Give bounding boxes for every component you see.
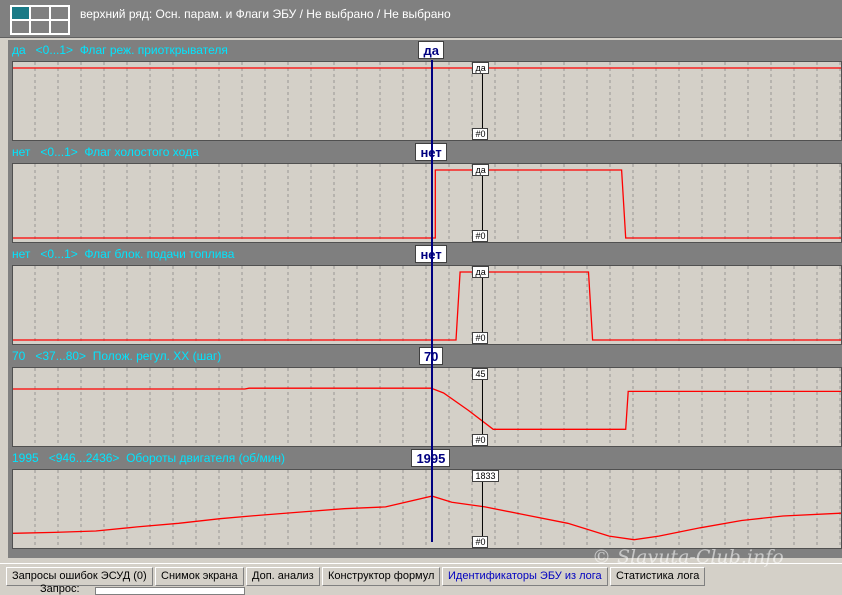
scale-top-label: да — [472, 62, 489, 74]
panel-header-label: нет <0...1> Флаг блок. подачи топлива — [12, 247, 235, 261]
signal-plot[interactable]: 1833 #0 — [12, 469, 842, 549]
signal-trace — [13, 271, 841, 341]
bottom-tab-strip: Запросы ошибок ЭСУД (0) Снимок экрана Доп.… — [0, 563, 842, 587]
panel-header-label: 70 <37...80> Полож. регул. XX (шаг) — [12, 349, 222, 363]
layout-grid-icon[interactable] — [10, 5, 70, 35]
panel-header: 70 <37...80> Полож. регул. XX (шаг)70 — [8, 346, 842, 366]
panel-header-label: 1995 <946...2436> Обороты двигателя (об/… — [12, 451, 286, 465]
window-title: верхний ряд: Осн. парам. и Флаги ЭБУ / Н… — [80, 7, 451, 21]
panel-header-label: нет <0...1> Флаг холостого хода — [12, 145, 199, 159]
signal-panel[interactable]: 70 <37...80> Полож. регул. XX (шаг)70 45 #… — [8, 346, 842, 448]
signal-chart — [13, 266, 841, 344]
panel-header: 1995 <946...2436> Обороты двигателя (об/… — [8, 448, 842, 468]
signal-chart — [13, 62, 841, 140]
scale-bottom-label: #0 — [472, 332, 489, 344]
query-label: Запрос: — [40, 583, 80, 595]
tab-4[interactable]: Идентификаторы ЭБУ из лога — [442, 567, 608, 586]
app-window: верхний ряд: Осн. парам. и Флаги ЭБУ / Н… — [0, 0, 842, 595]
query-row: Запрос: — [0, 583, 842, 595]
signal-trace — [13, 169, 841, 239]
layout-cell-icon[interactable] — [49, 6, 69, 20]
layout-cell-icon[interactable] — [49, 20, 69, 34]
layout-cell-icon[interactable] — [30, 6, 50, 20]
scale-top-label: да — [472, 164, 489, 176]
query-input[interactable] — [95, 587, 245, 595]
signal-chart — [13, 368, 841, 446]
signal-trace — [13, 495, 841, 541]
scale-bottom-label: #0 — [472, 434, 489, 446]
signal-plot[interactable]: 45 #0 — [12, 367, 842, 447]
time-cursor[interactable] — [430, 60, 433, 542]
signal-plot[interactable]: да #0 — [12, 61, 842, 141]
panel-header: нет <0...1> Флаг холостого ходанет — [8, 142, 842, 162]
signal-panel[interactable]: 1995 <946...2436> Обороты двигателя (об/… — [8, 448, 842, 550]
signal-panel[interactable]: да <0...1> Флаг реж. приоткрывателя да да #… — [8, 40, 842, 142]
tab-2[interactable]: Доп. анализ — [246, 567, 320, 586]
signal-plot[interactable]: да #0 — [12, 163, 842, 243]
signal-chart — [13, 164, 841, 242]
layout-cell-icon[interactable] — [30, 20, 50, 34]
scale-top-label: 45 — [472, 368, 489, 380]
signal-plot[interactable]: да #0 — [12, 265, 842, 345]
signal-chart — [13, 470, 841, 548]
signal-panel[interactable]: нет <0...1> Флаг блок. подачи топливанет… — [8, 244, 842, 346]
layout-cell-icon[interactable] — [11, 6, 31, 20]
scale-top-label: да — [472, 266, 489, 278]
panel-header-label: да <0...1> Флаг реж. приоткрывателя — [12, 43, 228, 57]
panel-header: да <0...1> Флаг реж. приоткрывателя да — [8, 40, 842, 60]
tab-5[interactable]: Статистика лога — [610, 567, 706, 586]
layout-cell-icon[interactable] — [11, 20, 31, 34]
signal-panel[interactable]: нет <0...1> Флаг холостого ходанет да #0 — [8, 142, 842, 244]
scale-bottom-label: #0 — [472, 536, 489, 548]
panel-header: нет <0...1> Флаг блок. подачи топливанет — [8, 244, 842, 264]
tab-1[interactable]: Снимок экрана — [155, 567, 244, 586]
plot-area[interactable]: да <0...1> Флаг реж. приоткрывателя да да #… — [8, 40, 842, 558]
cursor-value-badge: да — [418, 41, 444, 59]
title-bar: верхний ряд: Осн. парам. и Флаги ЭБУ / Н… — [0, 0, 842, 38]
scale-top-label: 1833 — [472, 470, 499, 482]
tab-3[interactable]: Конструктор формул — [322, 567, 441, 586]
scale-bottom-label: #0 — [472, 128, 489, 140]
signal-trace — [13, 387, 841, 430]
scale-bottom-label: #0 — [472, 230, 489, 242]
